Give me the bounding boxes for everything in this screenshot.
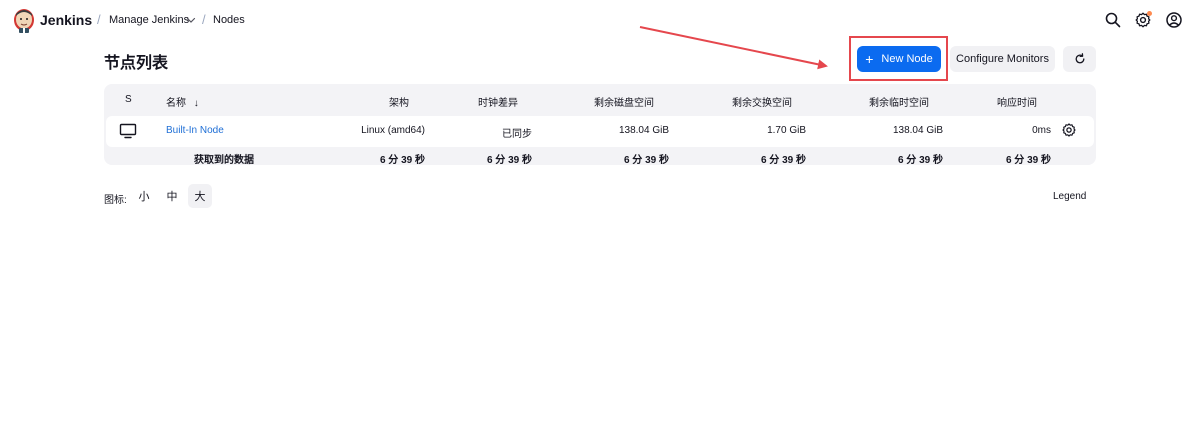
node-swap: 1.70 GiB [767,125,806,136]
node-disk: 138.04 GiB [618,125,669,136]
footer-label: 获取到的数据 [194,155,254,165]
node-clock: 已同步 [502,129,532,140]
node-temp: 138.04 GiB [892,125,943,136]
footer-arch: 6 分 39 秒 [379,155,425,165]
configure-monitors-button[interactable]: Configure Monitors [950,46,1055,72]
header-swap[interactable]: 剩余交换空间 [732,94,792,109]
footer-swap: 6 分 39 秒 [760,155,806,165]
header-response[interactable]: 响应时间 [997,94,1037,109]
footer-clock: 6 分 39 秒 [486,155,532,165]
icon-size-label: 图标: [104,195,127,206]
node-settings-gear-icon[interactable] [1061,122,1077,138]
header-name-label: 名称 [166,98,186,109]
icon-size-small[interactable]: 小 [132,184,156,208]
icon-size-large[interactable]: 大 [188,184,212,208]
header-disk[interactable]: 剩余磁盘空间 [594,94,654,109]
legend-link[interactable]: Legend [1053,191,1086,202]
header-status[interactable]: S [125,94,132,105]
footer-response: 6 分 39 秒 [1005,155,1051,165]
node-name-link[interactable]: Built-In Node [166,125,224,136]
refresh-button[interactable] [1063,46,1096,72]
computer-icon [119,123,137,139]
footer-disk: 6 分 39 秒 [623,155,669,165]
nodes-table: S 名称 ↓ 架构 时钟差异 剩余磁盘空间 剩余交换空间 剩余临时空间 响应时间… [104,84,1096,165]
node-arch: Linux (amd64) [361,125,425,136]
node-response: 0ms [1032,125,1051,136]
sort-arrow-icon: ↓ [193,98,199,109]
footer-temp: 6 分 39 秒 [897,155,943,165]
configure-monitors-label: Configure Monitors [956,53,1049,65]
icon-size-medium[interactable]: 中 [160,184,184,208]
refresh-icon [1075,53,1084,64]
header-arch[interactable]: 架构 [389,94,409,109]
header-name[interactable]: 名称 ↓ [166,94,199,109]
header-clock[interactable]: 时钟差异 [478,94,518,109]
header-temp[interactable]: 剩余临时空间 [869,94,929,109]
annotation-highlight-box [849,36,948,81]
